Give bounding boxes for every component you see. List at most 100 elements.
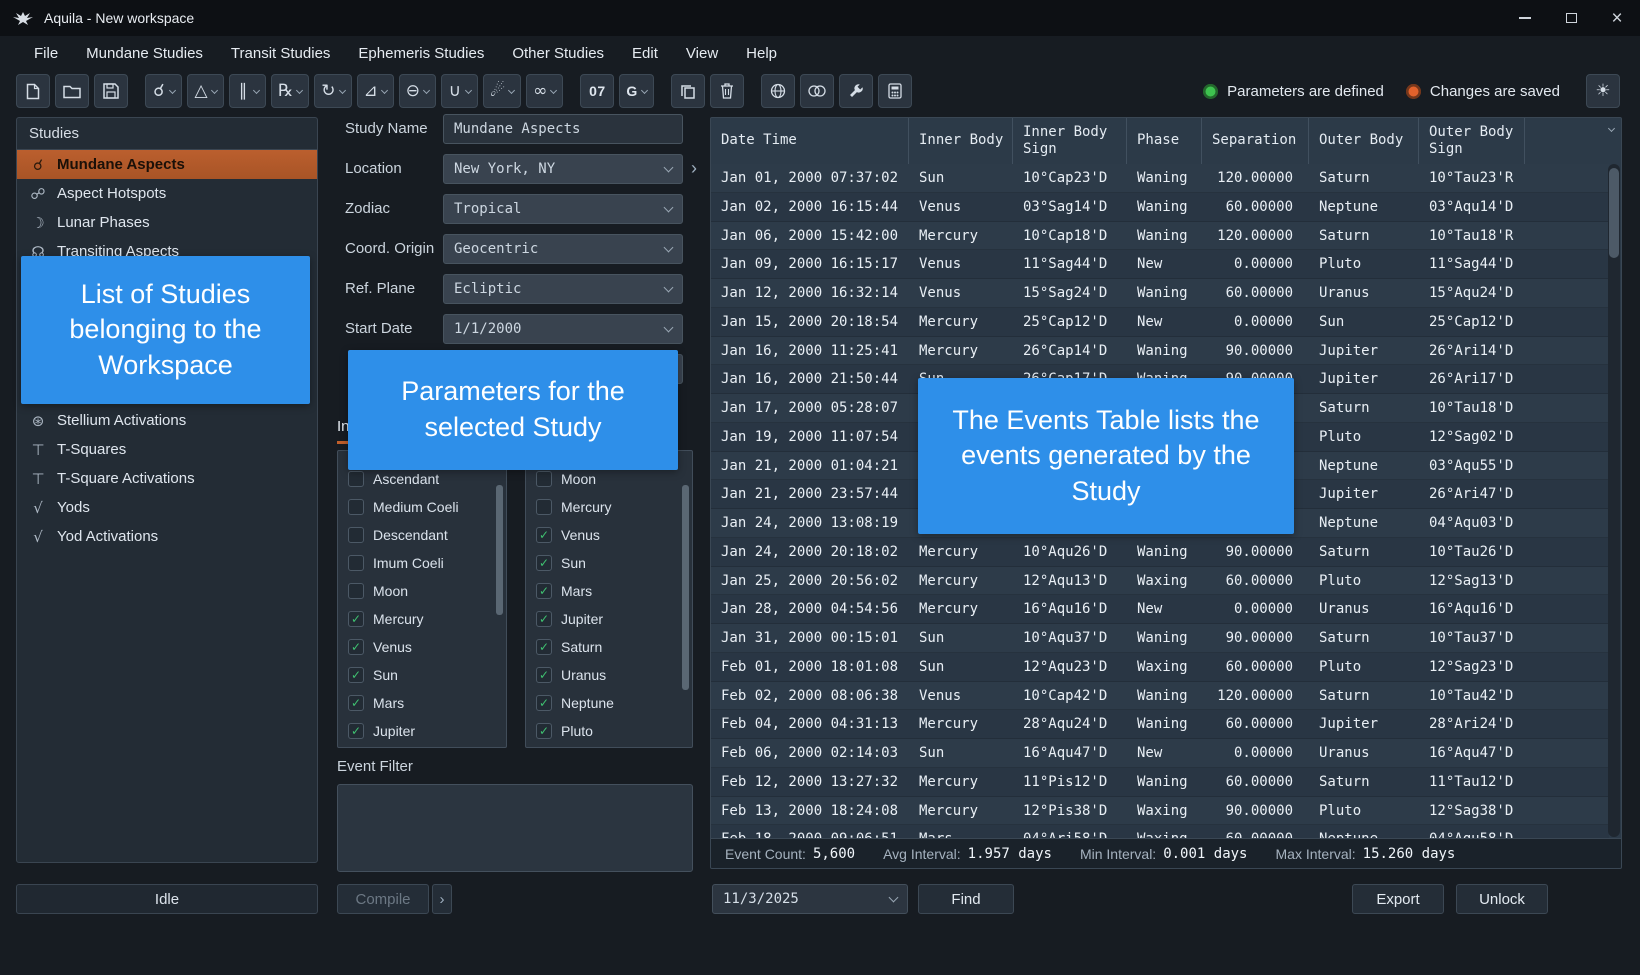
checked-checkbox[interactable]: ✓ [536,583,552,599]
unchecked-checkbox[interactable]: ✓ [348,499,364,515]
event-filter-textarea[interactable] [337,784,693,872]
checked-checkbox[interactable]: ✓ [348,611,364,627]
calculator-button[interactable] [878,74,912,108]
study-item-t-squares[interactable]: ⊤T-Squares [17,435,317,464]
column-header-date-time[interactable]: Date Time [711,118,909,164]
idle-status-button[interactable]: Idle [16,884,318,914]
event-row[interactable]: Jan 09, 2000 16:15:17Venus11°Sag44'DNew0… [711,250,1609,279]
unchecked-checkbox[interactable]: ✓ [348,583,364,599]
event-row[interactable]: Feb 06, 2000 02:14:03Sun16°Aqu47'DNew0.0… [711,739,1609,768]
compile-expand-button[interactable]: › [432,884,452,914]
checked-checkbox[interactable]: ✓ [348,639,364,655]
checked-checkbox[interactable]: ✓ [348,723,364,739]
parallel-tool-button[interactable]: ∥ [229,74,266,108]
event-row[interactable]: Jan 24, 2000 20:18:02Mercury10°Aqu26'DWa… [711,538,1609,567]
menu-item-transit-studies[interactable]: Transit Studies [217,39,345,68]
column-header-outer-body-sign[interactable]: Outer Body Sign [1419,118,1525,164]
study-item-aspect-hotspots[interactable]: ☍Aspect Hotspots [17,179,317,208]
study-item-t-square-activations[interactable]: ⊤T-Square Activations [17,464,317,493]
checked-checkbox[interactable]: ✓ [536,527,552,543]
event-row[interactable]: Jan 28, 2000 04:54:56Mercury16°Aqu16'DNe… [711,595,1609,624]
column-header-phase[interactable]: Phase [1127,118,1202,164]
export-button[interactable]: Export [1352,884,1444,914]
checkbox-row-uranus[interactable]: ✓Uranus [526,661,692,689]
unlock-button[interactable]: Unlock [1456,884,1548,914]
globe-button[interactable] [761,74,795,108]
conjunction-tool-button[interactable]: ☌ [145,74,182,108]
cycle-tool-button[interactable]: ↻ [314,74,351,108]
open-workspace-button[interactable] [55,74,89,108]
menu-item-file[interactable]: File [20,39,72,68]
event-row[interactable]: Jan 06, 2000 15:42:00Mercury10°Cap18'DWa… [711,222,1609,251]
ref-plane-dropdown[interactable]: Ecliptic [443,274,683,304]
occultation-button[interactable] [800,74,834,108]
checkbox-row-mercury[interactable]: ✓Mercury [338,605,506,633]
checkbox-row-sun[interactable]: ✓Sun [338,661,506,689]
menu-item-view[interactable]: View [672,39,732,68]
coord-origin-dropdown[interactable]: Geocentric [443,234,683,264]
scrollbar-thumb[interactable] [682,485,689,690]
event-row[interactable]: Feb 12, 2000 13:27:32Mercury11°Pis12'DWa… [711,768,1609,797]
menu-item-edit[interactable]: Edit [618,39,672,68]
eclipse-tool-button[interactable]: ⊖ [399,74,436,108]
checkbox-row-mercury[interactable]: ✓Mercury [526,493,692,521]
checkbox-row-sun[interactable]: ✓Sun [526,549,692,577]
menu-item-other-studies[interactable]: Other Studies [498,39,618,68]
location-dropdown[interactable]: New York, NY [443,154,683,184]
column-header-outer-body[interactable]: Outer Body [1309,118,1419,164]
event-row[interactable]: Feb 13, 2000 18:24:08Mercury12°Pis38'DWa… [711,797,1609,826]
day-number-button[interactable]: 07 [580,74,614,108]
event-row[interactable]: Feb 01, 2000 18:01:08Sun12°Aqu23'DWaxing… [711,653,1609,682]
checked-checkbox[interactable]: ✓ [536,611,552,627]
zodiac-dropdown[interactable]: Tropical [443,194,683,224]
event-row[interactable]: Jan 01, 2000 07:37:02Sun10°Cap23'DWaning… [711,164,1609,193]
checked-checkbox[interactable]: ✓ [536,555,552,571]
checkbox-row-mars[interactable]: ✓Mars [338,689,506,717]
checked-checkbox[interactable]: ✓ [348,695,364,711]
delete-button[interactable] [710,74,744,108]
study-item-stellium-activations[interactable]: ⊛Stellium Activations [17,406,317,435]
checkbox-row-imum-coeli[interactable]: ✓Imum Coeli [338,549,506,577]
scrollbar-thumb[interactable] [1609,168,1619,258]
compile-button[interactable]: Compile [337,884,429,914]
menu-item-mundane-studies[interactable]: Mundane Studies [72,39,217,68]
column-header-inner-body-sign[interactable]: Inner Body Sign [1013,118,1127,164]
study-item-yod-activations[interactable]: √Yod Activations [17,522,317,551]
unchecked-checkbox[interactable]: ✓ [348,527,364,543]
study-item-lunar-phases[interactable]: ☽Lunar Phases [17,208,317,237]
column-options-button[interactable] [1603,121,1619,137]
column-header-inner-body[interactable]: Inner Body [909,118,1013,164]
inner-list-scrollbar[interactable] [496,455,504,743]
menu-item-help[interactable]: Help [732,39,791,68]
event-row[interactable]: Feb 02, 2000 08:06:38Venus10°Cap42'DWani… [711,682,1609,711]
checkbox-row-venus[interactable]: ✓Venus [338,633,506,661]
aspect-line-tool-button[interactable]: ☄ [483,74,521,108]
minimize-button[interactable] [1502,0,1548,36]
find-button[interactable]: Find [918,884,1014,914]
checkbox-row-venus[interactable]: ✓Venus [526,521,692,549]
event-row[interactable]: Jan 25, 2000 20:56:02Mercury12°Aqu13'DWa… [711,567,1609,596]
theme-toggle-button[interactable]: ☀ [1586,74,1620,108]
menu-item-ephemeris-studies[interactable]: Ephemeris Studies [344,39,498,68]
new-document-button[interactable] [16,74,50,108]
scrollbar-thumb[interactable] [496,485,503,615]
event-row[interactable]: Feb 04, 2000 04:31:13Mercury28°Aqu24'DWa… [711,710,1609,739]
unchecked-checkbox[interactable]: ✓ [536,499,552,515]
outer-list-scrollbar[interactable] [682,455,690,743]
start-date-dropdown[interactable]: 1/1/2000 [443,314,683,344]
checked-checkbox[interactable]: ✓ [536,667,552,683]
checked-checkbox[interactable]: ✓ [348,667,364,683]
checkbox-row-medium-coeli[interactable]: ✓Medium Coeli [338,493,506,521]
checkbox-row-saturn[interactable]: ✓Saturn [526,633,692,661]
checkbox-row-mars[interactable]: ✓Mars [526,577,692,605]
date-dropdown[interactable]: 11/3/2025 [712,884,908,914]
event-row[interactable]: Jan 31, 2000 00:15:01Sun10°Aqu37'DWaning… [711,624,1609,653]
checked-checkbox[interactable]: ✓ [536,723,552,739]
aspect-points-tool-button[interactable]: ∞ [526,74,563,108]
checked-checkbox[interactable]: ✓ [536,639,552,655]
checkbox-row-pluto[interactable]: ✓Pluto [526,717,692,745]
checkbox-row-descendant[interactable]: ✓Descendant [338,521,506,549]
event-row[interactable]: Jan 16, 2000 11:25:41Mercury26°Cap14'DWa… [711,337,1609,366]
unchecked-checkbox[interactable]: ✓ [536,471,552,487]
location-expand-button[interactable]: › [687,154,701,184]
